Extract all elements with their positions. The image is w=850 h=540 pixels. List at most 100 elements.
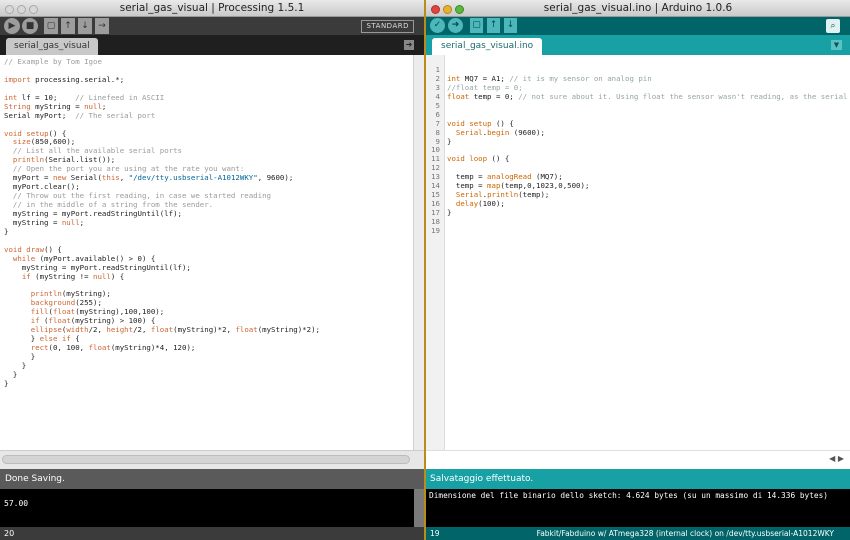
upload-arrow-icon: ↑ bbox=[64, 21, 72, 31]
close-icon[interactable] bbox=[5, 5, 14, 14]
code-token: float bbox=[88, 343, 111, 352]
arduino-code[interactable]: ​ int MQ7 = A1; // it is my sensor on ana… bbox=[445, 55, 850, 236]
scroll-arrows-icon[interactable]: ◀ ▶ bbox=[829, 454, 844, 463]
code-token: () { bbox=[491, 118, 514, 128]
code-token: () { bbox=[48, 128, 67, 138]
line-numbers: 1 2 3 4 5 6 7 8 9 10 11 12 13 14 15 16 1… bbox=[431, 65, 440, 235]
export-button[interactable]: → bbox=[95, 18, 109, 34]
code-line[interactable]: ​ bbox=[447, 227, 850, 236]
save-button[interactable]: ↓ bbox=[78, 18, 92, 34]
code-token: temp = bbox=[447, 181, 488, 191]
zoom-icon[interactable] bbox=[29, 5, 38, 14]
status-bar: Done Saving. bbox=[0, 469, 424, 489]
processing-code-editor[interactable]: // Example by Tom Igoe ​ import processing… bbox=[0, 55, 414, 450]
code-line[interactable]: // Example by Tom Igoe bbox=[4, 57, 414, 67]
upload-button[interactable]: ➜ bbox=[448, 18, 463, 33]
upload-arrow-icon: ↑ bbox=[489, 20, 498, 30]
code-token: Serial bbox=[455, 127, 483, 137]
code-line[interactable]: if (myString != null) { bbox=[4, 272, 414, 282]
code-token: float bbox=[52, 307, 76, 317]
code-line[interactable]: Serial myPort; // The serial port bbox=[4, 111, 414, 121]
arduino-code-editor[interactable]: ​ int MQ7 = A1; // it is my sensor on ana… bbox=[445, 55, 850, 450]
console-scrollbar[interactable] bbox=[414, 489, 424, 527]
code-line[interactable]: } bbox=[447, 208, 850, 218]
code-token: } bbox=[447, 136, 452, 146]
mode-button[interactable]: STANDARD bbox=[361, 20, 414, 33]
code-line[interactable]: } bbox=[4, 379, 414, 389]
window-title: serial_gas_visual | Processing 1.5.1 bbox=[119, 2, 305, 14]
code-token: ; bbox=[101, 101, 107, 111]
new-button[interactable]: ▢ bbox=[44, 18, 58, 34]
code-line[interactable]: } bbox=[4, 370, 414, 380]
code-token: "/dev/tty.usbserial-A1012WKY" bbox=[128, 173, 258, 183]
close-icon[interactable] bbox=[431, 5, 440, 14]
new-file-icon: ▢ bbox=[472, 20, 481, 30]
code-token: , bbox=[119, 173, 129, 183]
code-line[interactable]: } bbox=[4, 226, 414, 237]
code-token: println bbox=[12, 155, 45, 165]
tab-serial-gas-visual[interactable]: serial_gas_visual bbox=[6, 38, 98, 55]
code-line[interactable]: import processing.serial.*; bbox=[4, 75, 414, 85]
console-output[interactable]: 57.00 bbox=[0, 489, 424, 527]
code-token: } bbox=[4, 226, 9, 236]
tab-menu-arrow-icon[interactable]: ➜ bbox=[404, 40, 414, 50]
code-token: println bbox=[487, 190, 519, 200]
code-token: (Serial.list()); bbox=[44, 155, 116, 165]
code-token: (MQ7); bbox=[531, 172, 563, 182]
tab-menu-chevron-down-icon[interactable]: ▼ bbox=[831, 40, 842, 50]
code-token: ; bbox=[79, 217, 85, 227]
code-token: myString = myPort.readStringUntil(lf); bbox=[4, 208, 182, 218]
code-line[interactable]: void loop () { bbox=[447, 154, 850, 164]
code-line[interactable]: } bbox=[4, 352, 414, 362]
code-token: // not sure about it. Using float the se… bbox=[518, 91, 848, 101]
code-line[interactable]: myString = null; bbox=[4, 217, 414, 228]
open-button[interactable]: ↑ bbox=[61, 18, 75, 34]
code-token: void bbox=[447, 118, 465, 128]
editor-horizontal-scrollbar[interactable]: ◀ ▶ bbox=[426, 450, 850, 469]
code-line[interactable]: ​ bbox=[4, 237, 414, 246]
code-token: width bbox=[66, 325, 89, 335]
code-token: MQ7 = A1; bbox=[460, 73, 510, 83]
arduino-titlebar: serial_gas_visual.ino | Arduino 1.0.6 bbox=[426, 0, 850, 17]
open-sketch-button[interactable]: ↑ bbox=[487, 18, 500, 33]
board-info: Fabkit/Fabduino w/ ATmega328 (internal c… bbox=[536, 529, 834, 538]
code-line[interactable]: delay(100); bbox=[447, 199, 850, 209]
code-line[interactable]: } bbox=[447, 136, 850, 147]
processing-code[interactable]: // Example by Tom Igoe ​ import processing… bbox=[0, 55, 414, 389]
code-token: int bbox=[4, 92, 18, 102]
editor-horizontal-scrollbar[interactable] bbox=[0, 450, 424, 469]
console-output[interactable]: Dimensione del file binario dello sketch… bbox=[426, 489, 850, 527]
scrollbar-thumb[interactable] bbox=[2, 455, 410, 464]
code-token: temp = 0; bbox=[469, 91, 519, 101]
code-token: fill bbox=[30, 307, 49, 317]
code-line[interactable]: ​ bbox=[447, 102, 850, 111]
minimize-icon[interactable] bbox=[443, 5, 452, 14]
check-icon: ✓ bbox=[433, 20, 442, 30]
save-sketch-button[interactable]: ↓ bbox=[504, 18, 517, 33]
code-token: rect bbox=[30, 343, 49, 352]
zoom-icon[interactable] bbox=[455, 5, 464, 14]
tab-serial-gas-visual-ino[interactable]: serial_gas_visual.ino bbox=[432, 38, 543, 55]
verify-button[interactable]: ✓ bbox=[430, 18, 445, 33]
code-line[interactable]: Serial.println(temp); bbox=[447, 190, 850, 200]
stop-button[interactable]: ■ bbox=[22, 18, 38, 34]
run-button[interactable]: ▶ bbox=[4, 18, 20, 34]
serial-monitor-button[interactable]: ⌕ bbox=[826, 19, 840, 33]
code-line[interactable]: float temp = 0; // not sure about it. Us… bbox=[447, 91, 850, 102]
new-sketch-button[interactable]: ▢ bbox=[470, 18, 483, 33]
processing-window: serial_gas_visual | Processing 1.5.1 ▶ ■… bbox=[0, 0, 424, 540]
code-line[interactable]: Serial.begin (9600); bbox=[447, 127, 850, 138]
status-bar: Salvataggio effettuato. bbox=[426, 469, 850, 489]
code-line[interactable]: ​ bbox=[447, 218, 850, 227]
code-line[interactable]: rect(0, 100, float(myString)*4, 120); bbox=[4, 343, 414, 353]
code-line[interactable]: } bbox=[4, 361, 414, 371]
editor-vertical-scrollbar[interactable] bbox=[413, 55, 424, 450]
minimize-icon[interactable] bbox=[17, 5, 26, 14]
code-token: ellipse bbox=[30, 325, 62, 335]
